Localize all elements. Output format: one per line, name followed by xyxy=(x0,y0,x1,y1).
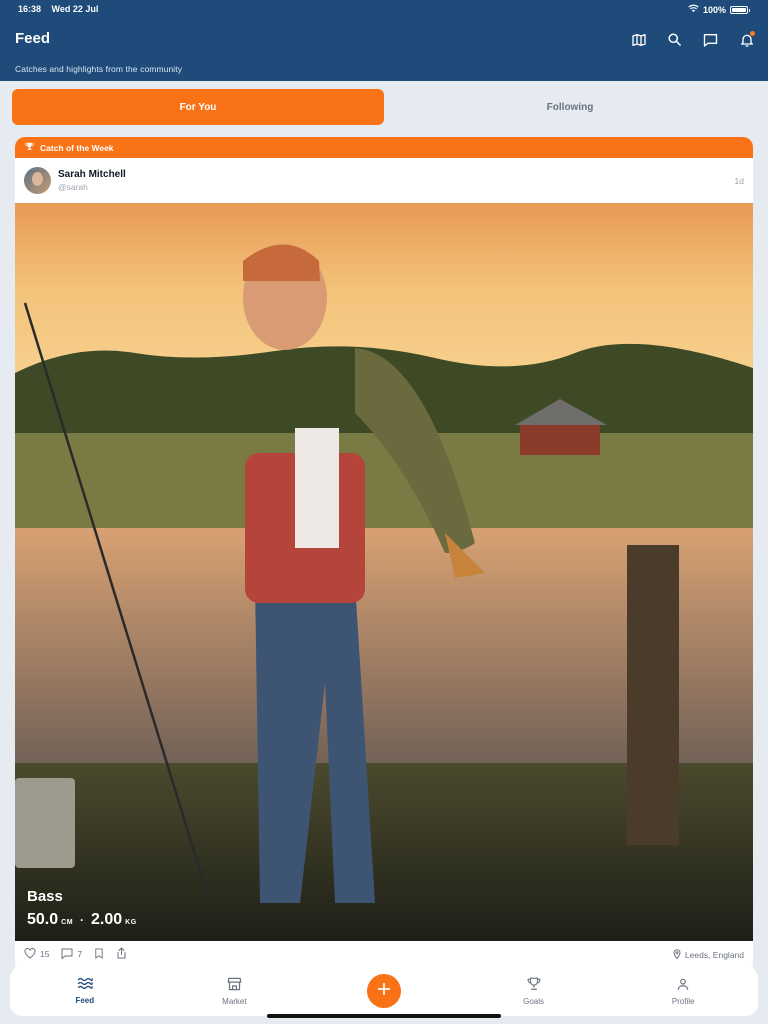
tab-following[interactable]: Following xyxy=(384,89,756,125)
app-header: 16:38 Wed 22 Jul 100% Feed Catches and h… xyxy=(0,0,768,81)
comment-icon xyxy=(61,948,73,961)
notification-dot xyxy=(750,31,755,36)
home-indicator xyxy=(267,1014,501,1018)
search-icon[interactable] xyxy=(665,30,684,49)
map-icon[interactable] xyxy=(629,30,648,49)
status-time: 16:38 xyxy=(18,4,42,14)
length-unit: CM xyxy=(61,919,74,926)
page-title: Feed xyxy=(15,30,51,47)
nav-feed-label: Feed xyxy=(75,996,95,1005)
measure-separator: · xyxy=(80,913,85,927)
trophy-icon xyxy=(527,977,541,993)
catch-of-week-label: Catch of the Week xyxy=(40,142,114,153)
tab-for-you[interactable]: For You xyxy=(12,89,384,125)
nav-profile-label: Profile xyxy=(671,996,695,1006)
battery-percent: 100% xyxy=(702,4,726,15)
waves-icon xyxy=(77,977,93,992)
post-actions: 15 7 Leeds, England xyxy=(15,941,753,967)
nav-feed[interactable]: Feed xyxy=(10,966,160,1016)
location-text: Leeds, England xyxy=(684,950,744,960)
catch-info: Bass 50.0 CM · 2.00 KG xyxy=(27,888,137,929)
person-icon xyxy=(676,977,690,993)
catch-of-week-banner: Catch of the Week xyxy=(15,137,753,158)
bell-icon[interactable] xyxy=(737,30,756,49)
catch-species: Bass xyxy=(27,888,63,905)
bookmark-icon xyxy=(94,947,104,961)
location-pin-icon xyxy=(673,949,681,961)
nav-market-label: Market xyxy=(222,996,247,1006)
store-icon xyxy=(227,977,242,993)
chat-icon[interactable] xyxy=(701,30,720,49)
status-date: Wed 22 Jul xyxy=(51,4,99,14)
like-button[interactable]: 15 xyxy=(24,947,50,961)
post-author[interactable]: Sarah Mitchell @sarah 1d xyxy=(15,158,753,203)
like-count: 15 xyxy=(40,949,50,959)
catch-length: 50.0 xyxy=(27,911,59,928)
comment-count: 7 xyxy=(77,949,83,959)
page-subtitle: Catches and highlights from the communit… xyxy=(15,64,183,74)
post-location[interactable]: Leeds, England xyxy=(673,949,744,961)
add-catch-button[interactable] xyxy=(367,974,401,1008)
battery-icon xyxy=(730,5,750,14)
trophy-icon xyxy=(25,142,34,153)
post-card[interactable]: Catch of the Week Sarah Mitchell @sarah … xyxy=(15,137,753,967)
nav-goals-label: Goals xyxy=(523,996,545,1006)
plus-icon xyxy=(377,982,391,1001)
avatar[interactable] xyxy=(24,167,51,194)
comment-button[interactable]: 7 xyxy=(61,948,82,961)
feed-tabs: For You Following xyxy=(12,89,756,125)
heart-icon xyxy=(24,947,36,961)
wifi-icon xyxy=(688,4,699,15)
bookmark-button[interactable] xyxy=(94,947,104,961)
author-name[interactable]: Sarah Mitchell xyxy=(58,169,126,180)
share-button[interactable] xyxy=(116,947,127,961)
author-handle: @sarah xyxy=(58,182,88,192)
catch-weight: 2.00 xyxy=(91,911,123,928)
weight-unit: KG xyxy=(125,919,137,926)
nav-market[interactable]: Market xyxy=(160,966,310,1016)
nav-goals[interactable]: Goals xyxy=(459,966,609,1016)
catch-measurements: 50.0 CM · 2.00 KG xyxy=(27,911,137,929)
status-bar: 16:38 Wed 22 Jul 100% xyxy=(0,0,768,18)
share-icon xyxy=(116,947,127,961)
bottom-nav: Feed Market Goals Profile xyxy=(10,966,758,1016)
post-timestamp: 1d xyxy=(734,176,744,186)
nav-profile[interactable]: Profile xyxy=(608,966,758,1016)
catch-photo[interactable]: Bass 50.0 CM · 2.00 KG xyxy=(15,203,753,941)
